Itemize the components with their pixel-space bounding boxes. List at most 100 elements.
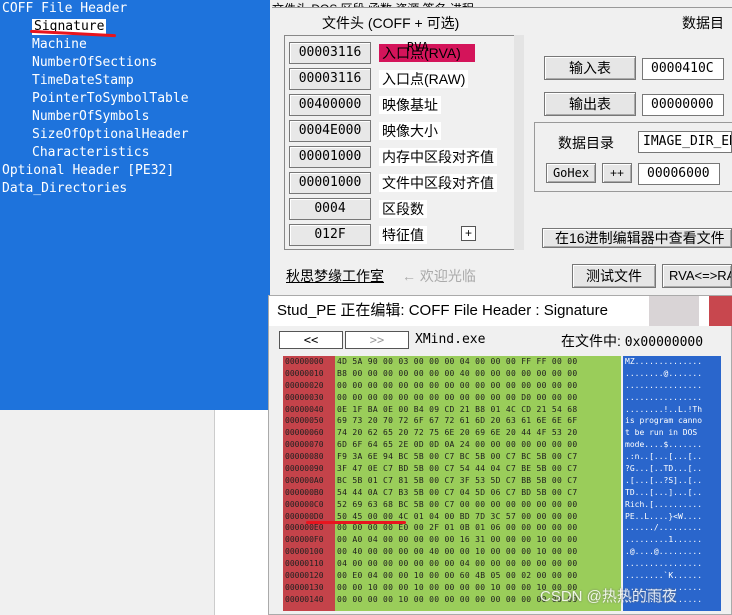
tree-item-label: TimeDateStamp	[32, 73, 134, 88]
hex-row-ascii[interactable]: ........!..L.!Th	[623, 404, 721, 416]
hex-row-bytes[interactable]: 74 20 62 65 20 72 75 6E 20 69 6E 20 44 4…	[335, 427, 621, 439]
hex-row-ascii[interactable]: is program canno	[623, 415, 721, 427]
gohex-value-field[interactable]: 00006000	[638, 163, 720, 185]
field-label: 入口点(RAW)	[379, 70, 469, 88]
field-row: 00400000 映像基址	[289, 94, 517, 116]
next-button[interactable]: >>	[345, 331, 409, 349]
tree-item[interactable]: Machine	[2, 36, 270, 54]
tree-item[interactable]: NumberOfSections	[2, 54, 270, 72]
hex-row-ascii[interactable]: ................	[623, 558, 721, 570]
tree-item[interactable]: TimeDateStamp	[2, 72, 270, 90]
hex-row-bytes[interactable]: 00 00 00 00 00 00 00 00 00 00 00 00 D0 0…	[335, 392, 621, 404]
hex-row-address: 000000A0	[285, 475, 324, 485]
import-table-button[interactable]: 输入表	[544, 56, 636, 80]
hex-row-address: 00000000	[285, 357, 324, 366]
tree-item-label: Data_Directories	[2, 181, 128, 196]
test-file-button[interactable]: 测试文件	[572, 264, 656, 288]
hex-row-ascii[interactable]: Rich.[..........	[623, 499, 721, 511]
hex-row-ascii[interactable]: ........`K......	[623, 570, 721, 582]
data-dir-label: 数据目录	[558, 135, 614, 151]
structure-tree[interactable]: COFF File Header Signature Machine NumberOf…	[0, 0, 270, 410]
tree-item[interactable]: Characteristics	[2, 144, 270, 162]
hex-row-ascii[interactable]: .@....@.........	[623, 546, 721, 558]
author-link[interactable]: 秋思梦缘工作室	[286, 266, 384, 286]
hex-row-bytes[interactable]: 6D 6F 64 65 2E 0D 0D 0A 24 00 00 00 00 0…	[335, 439, 621, 451]
field-value[interactable]: 0004E000	[289, 120, 371, 142]
export-rva-field[interactable]: 00000000	[642, 94, 724, 116]
tree-item[interactable]: PointerToSymbolTable	[2, 90, 270, 108]
file-offset: 在文件中: 0x00000000	[561, 333, 704, 350]
import-rva-field[interactable]: 0000410C	[642, 58, 724, 80]
title-close-block[interactable]	[709, 296, 732, 326]
field-value[interactable]: 00001000	[289, 146, 371, 168]
hex-row-bytes[interactable]: 00 00 00 00 00 00 00 00 00 00 00 00 00 0…	[335, 380, 621, 392]
hex-row-ascii[interactable]: ................	[623, 380, 721, 392]
field-row: 012F 特征值 +	[289, 224, 517, 246]
hex-row-address: 00000010	[285, 368, 324, 378]
hex-row-ascii[interactable]: mode....$.......	[623, 439, 721, 451]
tree-item[interactable]: COFF File Header	[2, 0, 270, 18]
hex-row-bytes[interactable]: 54 44 0A C7 B3 5B 00 C7 04 5D 06 C7 BD 5…	[335, 487, 621, 499]
hex-row-address: 00000060	[285, 428, 324, 438]
hex-row-ascii[interactable]: ....../.........	[623, 522, 721, 534]
field-row: 00003116 入口点(RAW)	[289, 68, 517, 90]
hex-row-ascii[interactable]: TD...[...]...[..	[623, 487, 721, 499]
tree-item[interactable]: NumberOfSymbols	[2, 108, 270, 126]
expand-flags-button[interactable]: +	[461, 226, 476, 241]
hex-column[interactable]: 4D 5A 90 00 03 00 00 00 04 00 00 00 FF F…	[335, 356, 621, 611]
view-in-hex-button[interactable]: 在16进制编辑器中查看文件	[542, 228, 732, 248]
hex-row-bytes[interactable]: 00 00 00 00 E0 00 2F 01 0B 01 06 00 00 0…	[335, 522, 621, 534]
tree-item[interactable]: Optional Header [PE32]	[2, 162, 270, 180]
hex-row-address: 00000050	[285, 416, 324, 426]
tree-item-label: COFF File Header	[2, 1, 128, 16]
gohex-button[interactable]: GoHex	[546, 163, 596, 183]
hex-row-bytes[interactable]: B8 00 00 00 00 00 00 00 40 00 00 00 00 0…	[335, 368, 621, 380]
fields-frame: 00003116 入口点(RVA) 00003116 入口点(RAW) 00400000…	[284, 35, 524, 250]
export-table-button[interactable]: 输出表	[544, 92, 636, 116]
hex-row-ascii[interactable]: ........@.......	[623, 368, 721, 380]
hex-row-bytes[interactable]: 3F 47 0E C7 BD 5B 00 C7 54 44 04 C7 BE 5…	[335, 463, 621, 475]
hex-row-ascii[interactable]: PE..L....}<W....	[623, 511, 721, 523]
watermark: CSDN @热热的雨夜	[540, 588, 677, 605]
hex-row-ascii[interactable]: ................	[623, 392, 721, 404]
hex-row-address: 000000B0	[285, 487, 324, 497]
ascii-column[interactable]: MZ.............. ........@...............…	[623, 356, 721, 611]
hex-row-bytes[interactable]: 69 73 20 70 72 6F 67 72 61 6D 20 63 61 6…	[335, 415, 621, 427]
hex-row-bytes[interactable]: 0E 1F BA 0E 00 B4 09 CD 21 B8 01 4C CD 2…	[335, 404, 621, 416]
fields-scrollbar[interactable]	[514, 35, 524, 250]
field-value[interactable]: 012F	[289, 224, 371, 246]
hex-row-bytes[interactable]: 00 E0 04 00 00 10 00 00 60 4B 05 00 02 0…	[335, 570, 621, 582]
hex-row-address: 00000090	[285, 464, 324, 474]
hex-row-bytes[interactable]: 52 69 63 68 BC 5B 00 C7 00 00 00 00 00 0…	[335, 499, 621, 511]
hex-row-ascii[interactable]: ?G...[..TD...[..	[623, 463, 721, 475]
prev-button[interactable]: <<	[279, 331, 343, 349]
field-value[interactable]: 00003116	[289, 68, 371, 90]
hex-row-bytes[interactable]: 00 40 00 00 00 00 40 00 00 10 00 00 00 1…	[335, 546, 621, 558]
field-value[interactable]: 00001000	[289, 172, 371, 194]
hex-row-ascii[interactable]: MZ..............	[623, 356, 721, 368]
tree-item[interactable]: Data_Directories	[2, 180, 270, 198]
editor-title-bar[interactable]: Stud_PE 正在编辑: COFF File Header : Signatu…	[269, 296, 732, 326]
tree-item[interactable]: SizeOfOptionalHeader	[2, 126, 270, 144]
hex-row-bytes[interactable]: 4D 5A 90 00 03 00 00 00 04 00 00 00 FF F…	[335, 356, 621, 368]
field-value[interactable]: 00003116	[289, 42, 371, 64]
hex-row-bytes[interactable]: F9 3A 6E 94 BC 5B 00 C7 BC 5B 00 C7 BC 5…	[335, 451, 621, 463]
field-label: 特征值	[379, 226, 427, 244]
hex-row-address: 000000C0	[285, 499, 324, 509]
hex-row-bytes[interactable]: 04 00 00 00 00 00 00 00 04 00 00 00 00 0…	[335, 558, 621, 570]
hex-row-bytes[interactable]: BC 5B 01 C7 81 5B 00 C7 3F 53 5D C7 BB 5…	[335, 475, 621, 487]
field-value[interactable]: 00400000	[289, 94, 371, 116]
address-column: 00000000 00000010 00000020 00000030 00000040…	[283, 356, 335, 611]
hex-row-ascii[interactable]: .........1......	[623, 534, 721, 546]
rva-raw-button[interactable]: RVA<=>RA	[662, 264, 732, 288]
hex-row-ascii[interactable]: .[...[..?S]..[..	[623, 475, 721, 487]
increment-button[interactable]: ++	[602, 163, 632, 183]
field-value[interactable]: 0004	[289, 198, 371, 220]
hex-row-address: 00000100	[285, 547, 324, 557]
hex-row-ascii[interactable]: t be run in DOS	[623, 427, 721, 439]
top-tab-strip[interactable]: 文件头 DOS 区段 函数 资源 签名 进程	[272, 0, 732, 8]
hex-row-bytes[interactable]: 00 A0 04 00 00 00 00 00 16 31 00 00 00 1…	[335, 534, 621, 546]
hex-row-ascii[interactable]: .:n..[...[...[..	[623, 451, 721, 463]
data-dir-select[interactable]: IMAGE_DIR_EN	[638, 131, 732, 153]
lower-left-area	[0, 410, 270, 615]
